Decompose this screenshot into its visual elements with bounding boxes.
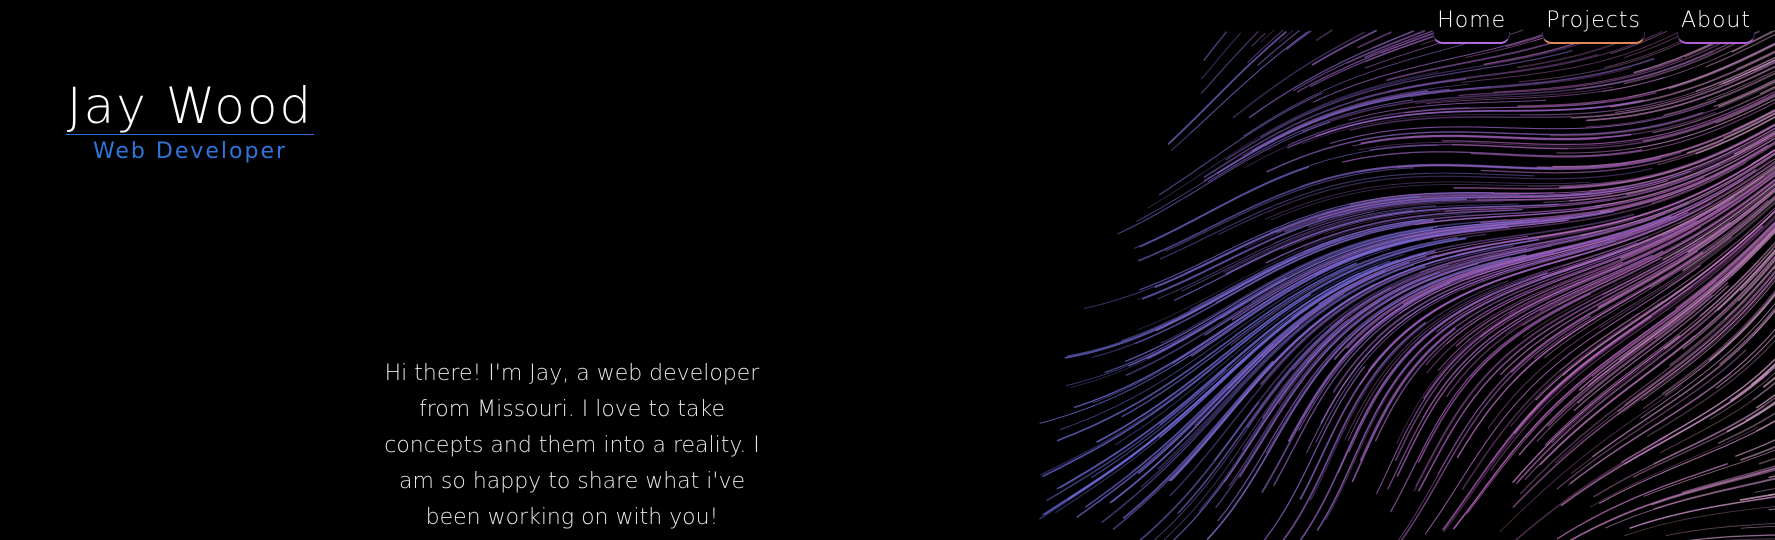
brand: Jay Wood Web Developer	[66, 78, 314, 164]
flow-line	[1632, 402, 1775, 478]
flow-line	[1398, 294, 1623, 540]
flow-line	[1657, 115, 1775, 166]
flow-line	[1203, 31, 1227, 61]
brand-role: Web Developer	[92, 139, 288, 164]
flow-line	[1247, 29, 1284, 64]
flow-line	[1263, 365, 1366, 540]
flow-line	[1754, 487, 1775, 493]
brand-name[interactable]: Jay Wood	[66, 78, 314, 135]
flow-line	[1599, 420, 1775, 504]
flow-line	[1740, 446, 1775, 461]
flow-line	[1768, 508, 1775, 511]
flow-line	[1285, 30, 1312, 51]
flow-line	[1653, 396, 1775, 465]
nav-home-button[interactable]: Home	[1433, 0, 1511, 44]
intro-text: Hi there! I'm Jay, a web developer from …	[384, 361, 760, 530]
flow-line	[1257, 30, 1300, 66]
flow-line	[1717, 412, 1775, 444]
flow-line	[1351, 328, 1456, 483]
flow-line	[1665, 523, 1775, 537]
flow-line	[1316, 29, 1333, 41]
flow-line	[1768, 475, 1775, 479]
main-nav: Home Projects About	[1433, 0, 1756, 44]
flow-line	[1740, 525, 1775, 529]
nav-projects-button[interactable]: Projects	[1542, 0, 1645, 44]
flow-line	[1117, 121, 1331, 235]
flow-line	[1569, 467, 1775, 540]
nav-about-button[interactable]: About	[1676, 0, 1756, 44]
flow-line	[1629, 496, 1775, 529]
